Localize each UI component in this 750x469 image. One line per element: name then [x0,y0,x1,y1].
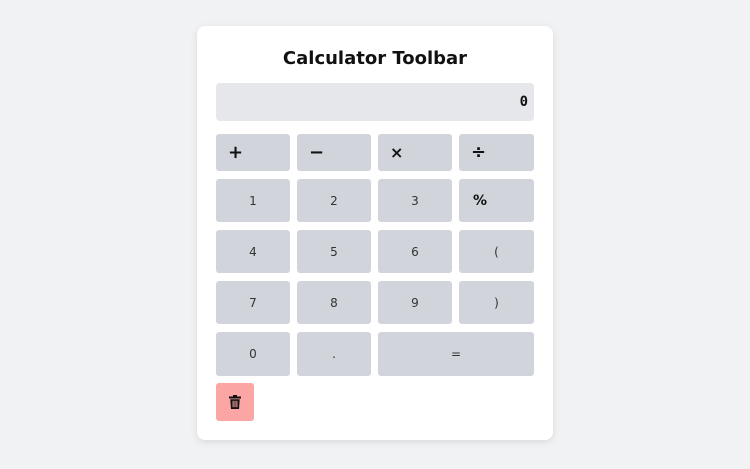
clear-button[interactable] [216,383,254,421]
percent-button[interactable]: % [459,179,534,222]
page-title: Calculator Toolbar [282,48,468,69]
calculator-display: 0 [216,83,534,121]
digit-6-button[interactable]: 6 [378,230,452,273]
digit-4-button[interactable]: 4 [216,230,290,273]
digit-3-button[interactable]: 3 [378,179,452,222]
digit-9-button[interactable]: 9 [378,281,452,324]
multiply-button[interactable]: × [378,134,452,171]
trash-icon [229,395,241,409]
calculator-card: Calculator Toolbar 0 + − × ÷ 1 2 3 % 4 5… [197,26,553,440]
equals-button[interactable]: = [378,332,534,376]
digit-0-button[interactable]: 0 [216,332,290,376]
open-paren-button[interactable]: ( [459,230,534,273]
divide-button[interactable]: ÷ [459,134,534,171]
digit-8-button[interactable]: 8 [297,281,371,324]
display-value: 0 [519,94,528,110]
digit-7-button[interactable]: 7 [216,281,290,324]
decimal-button[interactable]: . [297,332,371,376]
subtract-button[interactable]: − [297,134,371,171]
digit-1-button[interactable]: 1 [216,179,290,222]
add-button[interactable]: + [216,134,290,171]
close-paren-button[interactable]: ) [459,281,534,324]
digit-2-button[interactable]: 2 [297,179,371,222]
digit-5-button[interactable]: 5 [297,230,371,273]
